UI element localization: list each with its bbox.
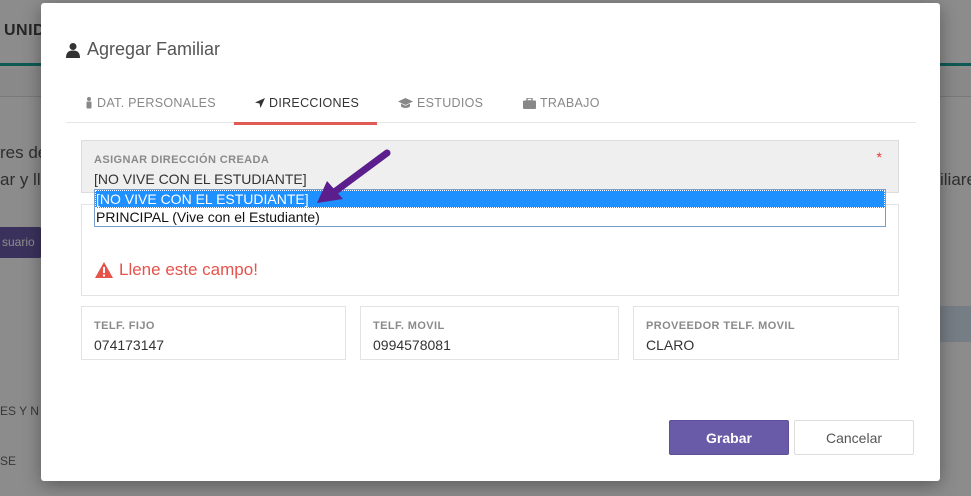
tab-estudios[interactable]: ESTUDIOS — [398, 83, 483, 123]
warning-icon — [95, 262, 113, 278]
graduation-cap-icon — [398, 97, 413, 108]
proveedor-label: PROVEEDOR TELF. MOVIL — [646, 320, 795, 332]
validation-error: Llene este campo! — [95, 260, 258, 280]
save-button[interactable]: Grabar — [669, 420, 789, 455]
address-select-value: [NO VIVE CON EL ESTUDIANTE] — [94, 171, 307, 187]
dropdown-option-principal[interactable]: PRINCIPAL (Vive con el Estudiante) — [95, 208, 885, 226]
required-marker: * — [876, 149, 882, 165]
address-select-label: ASIGNAR DIRECCIÓN CREADA — [94, 154, 270, 166]
address-dropdown-list: [NO VIVE CON EL ESTUDIANTE] PRINCIPAL (V… — [94, 189, 886, 227]
location-arrow-icon — [255, 97, 265, 108]
user-icon — [66, 42, 80, 58]
tab-bar: DAT. PERSONALES DIRECCIONES ESTUDIOS TRA… — [66, 83, 916, 125]
tab-label: ESTUDIOS — [417, 96, 484, 110]
telf-movil-field[interactable]: TELF. MOVIL 0994578081 — [360, 306, 619, 360]
briefcase-icon — [523, 97, 536, 109]
validation-error-text: Llene este campo! — [119, 260, 258, 279]
tab-label: TRABAJO — [540, 96, 600, 110]
dropdown-option-no-vive[interactable]: [NO VIVE CON EL ESTUDIANTE] — [95, 190, 885, 208]
proveedor-field[interactable]: PROVEEDOR TELF. MOVIL CLARO — [633, 306, 899, 360]
modal-title: Agregar Familiar — [65, 39, 220, 60]
proveedor-value: CLARO — [646, 337, 695, 353]
address-select[interactable]: ASIGNAR DIRECCIÓN CREADA * [NO VIVE CON … — [81, 140, 899, 193]
telf-fijo-value: 074173147 — [94, 337, 165, 353]
tab-label: DAT. PERSONALES — [97, 96, 216, 110]
modal-title-text: Agregar Familiar — [87, 39, 221, 59]
tab-trabajo[interactable]: TRABAJO — [523, 83, 600, 123]
cancel-button[interactable]: Cancelar — [794, 420, 914, 455]
add-family-modal: Agregar Familiar DAT. PERSONALES DIRECCI… — [41, 3, 940, 481]
tab-datos-personales[interactable]: DAT. PERSONALES — [85, 83, 216, 123]
telf-fijo-field[interactable]: TELF. FIJO 074173147 — [81, 306, 346, 360]
telf-movil-value: 0994578081 — [373, 337, 451, 353]
person-icon — [86, 97, 92, 109]
tab-direcciones[interactable]: DIRECCIONES — [234, 83, 377, 125]
telf-fijo-label: TELF. FIJO — [94, 320, 155, 332]
tab-label: DIRECCIONES — [269, 95, 360, 110]
telf-movil-label: TELF. MOVIL — [373, 320, 445, 332]
